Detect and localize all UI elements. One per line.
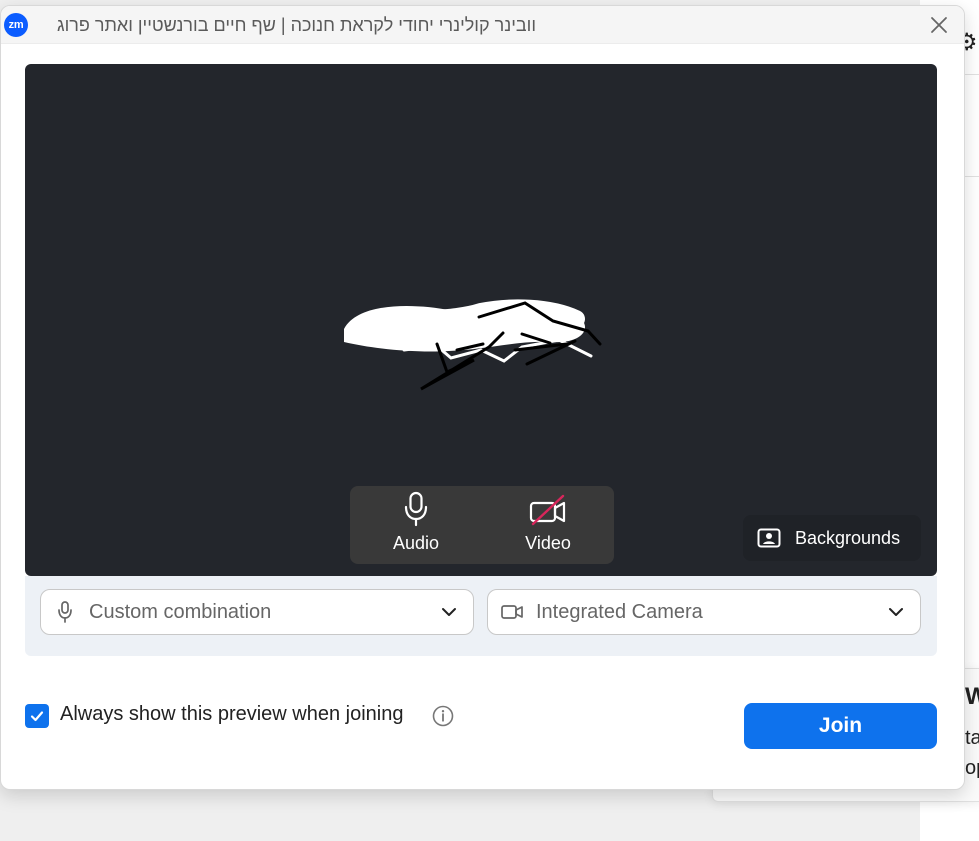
portrait-background-icon (757, 526, 781, 550)
device-selection-panel: Custom combination Integrated Camera (25, 576, 937, 656)
info-icon[interactable] (432, 705, 454, 727)
redacted-avatar-name (344, 299, 602, 391)
window-title: וובינר קולינרי יחודי לקראת חנוכה | שף חי… (56, 15, 536, 35)
video-device-value: Integrated Camera (536, 600, 703, 623)
checkmark-icon (30, 711, 44, 722)
audio-label: Audio (392, 533, 440, 553)
preview-checkbox-label: Always show this preview when joining (60, 703, 404, 725)
preview-av-controls: Audio Video (350, 486, 614, 564)
camera-outline-icon (500, 600, 524, 624)
preview-checkbox[interactable] (25, 704, 49, 728)
video-toggle-button[interactable]: Video (482, 486, 614, 564)
backgrounds-button[interactable]: Backgrounds (743, 515, 921, 561)
background-card-fragment-3: op (965, 757, 979, 779)
video-device-select[interactable]: Integrated Camera (487, 589, 921, 635)
close-icon (931, 17, 947, 33)
close-button[interactable] (926, 12, 952, 38)
video-label: Video (525, 533, 571, 553)
background-card-fragment-2: ta (965, 727, 979, 749)
background-card-fragment-1: W (965, 683, 979, 711)
audio-toggle-button[interactable]: Audio (350, 486, 482, 564)
join-button[interactable]: Join (744, 703, 937, 749)
join-preview-window: zm וובינר קולינרי יחודי לקראת חנוכה | שף… (0, 5, 965, 790)
chevron-down-icon (884, 600, 908, 624)
microphone-icon (404, 491, 428, 527)
video-preview: Audio Video Backgrounds (25, 64, 937, 576)
zoom-logo-icon: zm (4, 13, 28, 37)
backgrounds-label: Backgrounds (795, 528, 901, 548)
video-off-icon (529, 494, 566, 526)
audio-device-select[interactable]: Custom combination (40, 589, 474, 635)
microphone-outline-icon (53, 600, 77, 624)
video-icon-wrapper (527, 490, 569, 530)
audio-device-value: Custom combination (89, 600, 272, 623)
window-titlebar: zm וובינר קולינרי יחודי לקראת חנוכה | שף… (1, 6, 964, 44)
preview-footer: Always show this preview when joining Jo… (25, 703, 937, 753)
chevron-down-icon (437, 600, 461, 624)
audio-icon-wrapper (395, 490, 437, 530)
